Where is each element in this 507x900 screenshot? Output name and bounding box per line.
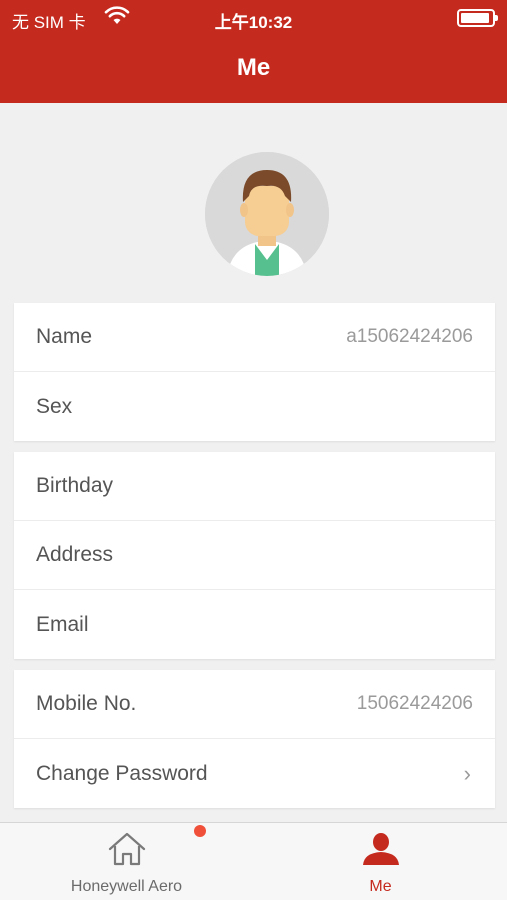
mobile-label: Mobile No.	[36, 692, 137, 715]
sex-row[interactable]: Sex	[14, 372, 495, 441]
mobile-value: 15062424206	[356, 693, 473, 714]
chevron-right-icon: ›	[463, 760, 471, 786]
battery-icon	[457, 9, 498, 27]
notification-badge	[194, 825, 206, 837]
tab-honeywell-aero-label: Honeywell Aero	[70, 878, 183, 895]
tab-me[interactable]: Me	[254, 823, 507, 900]
name-label: Name	[36, 325, 93, 348]
name-row[interactable]: Name a15062424206	[14, 303, 495, 372]
me-screen: 无 SIM 卡 上午10:32 Me Name a15062424206 Sex…	[0, 0, 507, 900]
person-avatar-icon[interactable]	[205, 152, 329, 276]
change-password-label: Change Password	[36, 761, 208, 785]
profile-card-account: Mobile No. 15062424206 Change Password ›	[14, 670, 495, 808]
change-password-row[interactable]: Change Password ›	[14, 739, 495, 808]
email-label: Email	[36, 612, 89, 636]
person-icon	[362, 833, 399, 865]
address-label: Address	[36, 543, 114, 566]
tab-bar: Honeywell Aero Me	[0, 822, 507, 900]
page-title: Me	[236, 54, 271, 81]
profile-card-details: Birthday Address Email	[14, 452, 495, 659]
birthday-label: Birthday	[36, 474, 114, 497]
email-row[interactable]: Email	[14, 590, 495, 659]
profile-card-basic: Name a15062424206 Sex	[14, 303, 495, 441]
mobile-row[interactable]: Mobile No. 15062424206	[14, 670, 495, 739]
header: 无 SIM 卡 上午10:32 Me	[0, 0, 507, 103]
name-value: a15062424206	[346, 326, 473, 347]
sex-label: Sex	[36, 394, 73, 418]
tab-me-label: Me	[369, 878, 392, 895]
birthday-row[interactable]: Birthday	[14, 452, 495, 521]
clock-time: 上午10:32	[214, 13, 293, 32]
tab-honeywell-aero[interactable]: Honeywell Aero	[0, 823, 253, 900]
address-row[interactable]: Address	[14, 521, 495, 590]
status-bar: 无 SIM 卡 上午10:32	[0, 0, 507, 36]
home-icon	[108, 832, 145, 866]
